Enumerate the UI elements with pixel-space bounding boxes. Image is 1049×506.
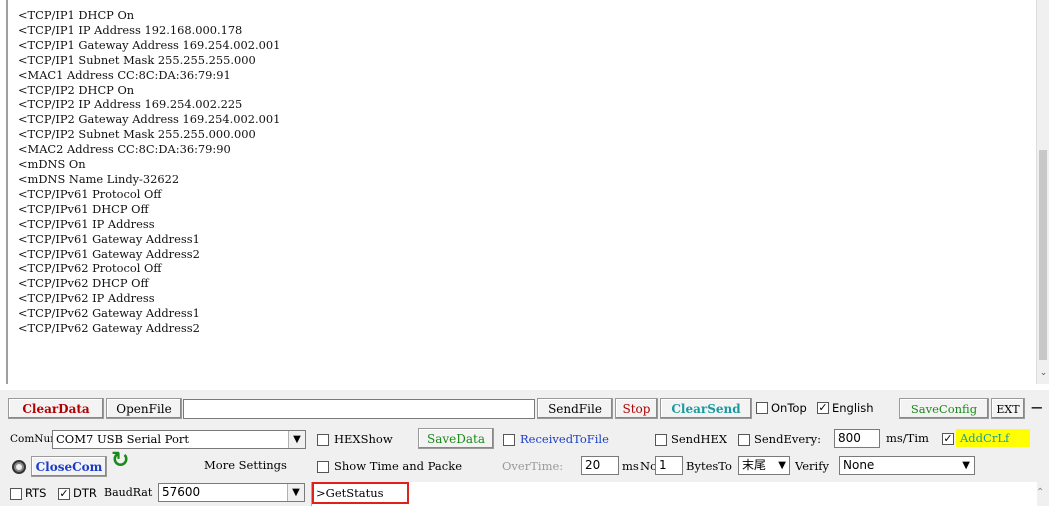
- log-line: <TCP/IP2 Gateway Address 169.254.002.001: [18, 112, 281, 127]
- chevron-down-icon[interactable]: ▼: [962, 457, 970, 474]
- send-every-checkbox[interactable]: [738, 434, 750, 446]
- log-line: <MAC1 Address CC:8C:DA:36:79:91: [18, 67, 231, 82]
- hex-show-checkbox[interactable]: [317, 434, 329, 446]
- stop-button[interactable]: Stop: [615, 398, 658, 419]
- send-text: >GetStatus: [316, 486, 384, 500]
- chevron-down-icon[interactable]: ▼: [287, 484, 304, 501]
- log-line: <MAC2 Address CC:8C:DA:36:79:90: [18, 142, 231, 157]
- received-to-file-checkbox[interactable]: [503, 434, 515, 446]
- scroll-down-icon[interactable]: ⌄: [1038, 368, 1049, 380]
- verify-value: None: [843, 458, 875, 472]
- port-status-icon: [12, 460, 26, 474]
- ms-label: ms: [622, 459, 639, 473]
- com-port-select[interactable]: COM7 USB Serial Port ▼: [52, 430, 306, 449]
- send-every-label: SendEvery:: [754, 432, 822, 446]
- save-data-button[interactable]: SaveData: [418, 428, 494, 449]
- file-path-input[interactable]: [183, 399, 535, 419]
- send-hex-label: SendHEX: [671, 432, 728, 446]
- verify-label: Verify: [795, 459, 829, 473]
- receive-text: <TCP/IP1 DHCP On <TCP/IP1 IP Address 192.…: [18, 8, 280, 336]
- log-line: <TCP/IP1 Gateway Address 169.254.002.001: [18, 37, 281, 52]
- vertical-scrollbar[interactable]: ⌄: [1036, 0, 1049, 384]
- baud-rate-select[interactable]: 57600 ▼: [158, 483, 305, 502]
- log-line: <TCP/IPv62 Gateway Address2: [18, 321, 200, 336]
- save-config-button[interactable]: SaveConfig: [899, 398, 989, 419]
- log-line: <TCP/IP2 DHCP On: [18, 82, 135, 97]
- dtr-checkbox[interactable]: ✓: [58, 488, 70, 500]
- bytes-to-select[interactable]: 末尾 ▼: [738, 456, 790, 475]
- english-label: English: [832, 401, 874, 415]
- open-file-button[interactable]: OpenFile: [106, 398, 182, 419]
- refresh-icon[interactable]: ↻: [111, 450, 129, 472]
- show-time-label: Show Time and Packe: [334, 459, 462, 473]
- hex-show-label: HEXShow: [334, 432, 393, 446]
- log-line: <TCP/IP2 Subnet Mask 255.255.000.000: [18, 127, 256, 142]
- send-text-area[interactable]: >GetStatus: [311, 482, 1037, 506]
- clear-send-button[interactable]: ClearSend: [660, 398, 752, 419]
- english-checkbox[interactable]: ✓: [817, 402, 829, 414]
- log-line: <TCP/IPv61 Protocol Off: [18, 186, 162, 201]
- over-time-input[interactable]: 20: [581, 456, 619, 475]
- rts-label: RTS: [25, 486, 47, 500]
- baud-rate-value: 57600: [162, 485, 201, 499]
- log-line: <TCP/IP1 Subnet Mask 255.255.255.000: [18, 52, 256, 67]
- log-line: <TCP/IPv62 Gateway Address1: [18, 306, 200, 321]
- no-input[interactable]: 1: [655, 456, 683, 475]
- baud-rate-label: BaudRat: [104, 486, 153, 499]
- control-panel: ClearData OpenFile SendFile Stop ClearSe…: [0, 390, 1049, 506]
- send-file-button[interactable]: SendFile: [537, 398, 613, 419]
- rts-checkbox[interactable]: [10, 488, 22, 500]
- log-line: <TCP/IPv62 IP Address: [18, 291, 155, 306]
- log-line: <TCP/IPv61 Gateway Address1: [18, 231, 200, 246]
- log-line: <mDNS Name Lindy-32622: [18, 171, 180, 186]
- add-crlf-checkbox[interactable]: ✓: [942, 433, 954, 445]
- dtr-label: DTR: [73, 486, 97, 500]
- more-settings-button[interactable]: More Settings: [204, 456, 287, 474]
- log-line: <TCP/IP1 DHCP On: [18, 8, 135, 22]
- log-line: <TCP/IP2 IP Address 169.254.002.225: [18, 97, 243, 112]
- log-line: <TCP/IP1 IP Address 192.168.000.178: [18, 22, 243, 37]
- chevron-down-icon[interactable]: ▼: [778, 457, 786, 474]
- log-line: <TCP/IPv61 Gateway Address2: [18, 246, 200, 261]
- over-time-label: OverTime:: [502, 459, 564, 473]
- send-hex-checkbox[interactable]: [655, 434, 667, 446]
- received-to-file-label: ReceivedToFile: [520, 432, 609, 446]
- on-top-label: OnTop: [771, 401, 807, 415]
- bytes-to-value: 末尾: [742, 458, 767, 472]
- send-every-input[interactable]: 800: [834, 429, 880, 448]
- add-crlf-label: AddCrLf: [956, 429, 1030, 447]
- on-top-checkbox[interactable]: [756, 402, 768, 414]
- clear-data-button[interactable]: ClearData: [8, 398, 104, 419]
- close-com-button[interactable]: CloseCom: [31, 456, 107, 477]
- log-line: <TCP/IPv62 Protocol Off: [18, 261, 162, 276]
- bytes-to-label: BytesTo: [686, 459, 732, 473]
- receive-area-border: [6, 0, 8, 384]
- verify-select[interactable]: None ▼: [839, 456, 975, 475]
- log-line: <mDNS On: [18, 157, 86, 172]
- collapse-icon[interactable]: —: [1031, 398, 1043, 416]
- ms-tim-label: ms/Tim: [886, 431, 929, 445]
- log-line: <TCP/IPv61 IP Address: [18, 216, 155, 231]
- scroll-up-icon[interactable]: ⌃: [1036, 484, 1044, 502]
- receive-area[interactable]: <TCP/IP1 DHCP On <TCP/IP1 IP Address 192.…: [6, 0, 1034, 384]
- scrollbar-thumb[interactable]: [1039, 150, 1047, 360]
- log-line: <TCP/IPv62 DHCP Off: [18, 276, 149, 291]
- com-port-value: COM7 USB Serial Port: [56, 432, 190, 446]
- ext-button[interactable]: EXT: [991, 398, 1025, 419]
- chevron-down-icon[interactable]: ▼: [288, 431, 305, 448]
- show-time-checkbox[interactable]: [317, 461, 329, 473]
- log-line: <TCP/IPv61 DHCP Off: [18, 201, 149, 216]
